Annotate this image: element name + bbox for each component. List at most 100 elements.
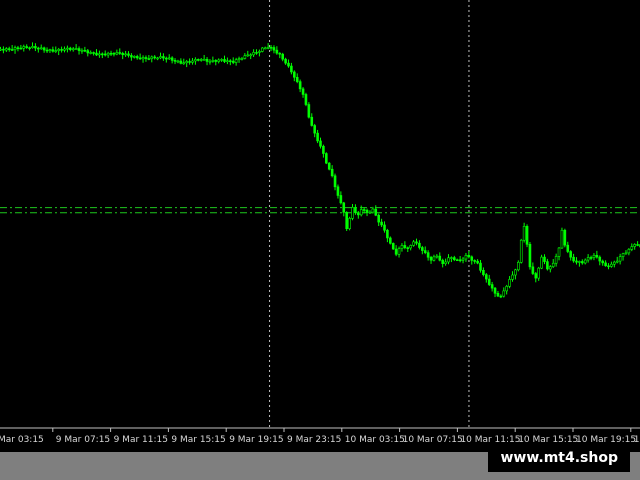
candle-body-bull xyxy=(505,286,508,292)
candle-body-bear xyxy=(566,244,570,252)
candle-body-bull xyxy=(371,208,375,213)
candle-body-bull xyxy=(176,60,180,63)
candle-body-bull xyxy=(66,47,69,50)
candle-body-bear xyxy=(197,59,200,61)
candle-body-bear xyxy=(28,47,31,49)
candle-body-bull xyxy=(243,55,247,59)
candle-body-bear xyxy=(304,94,308,105)
candle-body-bear xyxy=(144,57,148,59)
candle-body-bull xyxy=(234,59,238,63)
price-chart-area[interactable]: Mar 03:15 9 Mar 07:15 9 Mar 11:15 9 Mar 15:… xyxy=(0,0,640,452)
candle-body-bear xyxy=(231,60,235,63)
candle-body-bear xyxy=(377,214,380,223)
candle-body-bear xyxy=(389,237,392,244)
candle-body-bull xyxy=(266,46,270,49)
candle-body-bear xyxy=(563,229,567,246)
candle-body-bull xyxy=(517,262,520,271)
candle-body-bear xyxy=(83,49,87,52)
candle-body-bear xyxy=(310,116,314,126)
candle-body-bear xyxy=(453,257,456,260)
candle-body-bull xyxy=(461,258,465,261)
time-tick-label: 9 Mar 15:15 xyxy=(171,435,225,445)
candle-body-bull xyxy=(549,266,552,270)
candle-body-bear xyxy=(383,224,386,231)
candle-body-bear xyxy=(101,53,104,56)
candle-body-bear xyxy=(327,162,331,170)
candle-body-bear xyxy=(455,259,459,261)
candle-body-bear xyxy=(496,292,500,297)
candle-body-bull xyxy=(159,56,162,59)
candle-body-bear xyxy=(490,284,494,289)
candle-body-bear xyxy=(391,243,395,250)
horizontal-levels xyxy=(0,207,640,214)
candle-body-bear xyxy=(214,60,218,62)
candle-body-bull xyxy=(348,218,351,230)
candle-body-bear xyxy=(493,287,497,294)
candle-body-bull xyxy=(627,249,631,254)
candle-body-bear xyxy=(525,226,529,245)
candle-body-bull xyxy=(450,257,453,259)
candle-body-bull xyxy=(185,61,188,64)
candle-body-bear xyxy=(438,255,442,261)
candle-body-bear xyxy=(188,61,191,63)
time-tick-label: 9 Mar 23:15 xyxy=(287,435,341,445)
candle-body-bear xyxy=(45,49,49,52)
candle-body-bull xyxy=(0,48,2,51)
candle-body-bear xyxy=(418,242,421,248)
candle-body-bear xyxy=(147,58,151,60)
candle-body-bear xyxy=(534,273,538,279)
time-tick-label: 9 Mar 11:15 xyxy=(114,435,168,445)
candle-body-bull xyxy=(447,257,450,263)
candle-body-bear xyxy=(426,252,430,258)
candle-body-bull xyxy=(551,262,555,267)
candle-body-bull xyxy=(554,256,558,264)
candle-body-bull xyxy=(54,50,58,52)
candle-body-bull xyxy=(237,58,241,61)
candle-body-bear xyxy=(546,261,549,270)
time-tick-label: Mar 03:15 xyxy=(0,435,44,445)
candle-body-bull xyxy=(226,60,229,63)
candle-body-bull xyxy=(191,60,194,63)
candle-body-bear xyxy=(487,278,491,285)
candle-body-bear xyxy=(173,60,177,62)
candle-body-bear xyxy=(543,256,546,262)
candle-body-bear xyxy=(16,47,20,49)
candle-body-bear xyxy=(307,104,311,118)
candle-body-bull xyxy=(71,48,75,51)
candle-body-bull xyxy=(258,51,261,53)
candle-body-bear xyxy=(476,260,479,264)
candle-body-bear xyxy=(127,53,130,56)
candle-body-bear xyxy=(589,257,593,259)
candle-body-bull xyxy=(630,246,634,250)
candle-body-bear xyxy=(19,47,23,50)
candle-body-bull xyxy=(583,259,587,264)
candle-body-bull xyxy=(89,52,92,54)
candle-body-bear xyxy=(601,260,604,264)
candle-body-bull xyxy=(578,261,581,263)
candle-body-bear xyxy=(362,209,366,211)
candle-body-bear xyxy=(284,58,287,64)
candle-body-bear xyxy=(339,195,343,204)
candle-body-bull xyxy=(63,48,66,51)
candle-body-bull xyxy=(560,229,564,249)
candle-body-bull xyxy=(540,256,543,269)
candle-body-bull xyxy=(13,47,17,51)
candle-body-bear xyxy=(604,262,607,267)
candle-body-bull xyxy=(261,47,264,52)
candle-body-bear xyxy=(34,46,37,49)
candle-body-bear xyxy=(86,50,90,54)
price-chart[interactable]: Mar 03:15 9 Mar 07:15 9 Mar 11:15 9 Mar 15:… xyxy=(0,0,640,452)
candle-body-bear xyxy=(336,186,340,196)
candle-body-bear xyxy=(37,47,40,50)
period-separators xyxy=(269,0,470,428)
candle-body-bear xyxy=(458,259,462,262)
candle-body-bull xyxy=(80,49,84,52)
time-tick-label: 10 Mar 03:15 xyxy=(345,435,405,445)
candle-body-bull xyxy=(508,279,511,287)
candle-body-bull xyxy=(511,274,514,280)
candle-body-bear xyxy=(301,88,305,95)
candle-body-bear xyxy=(423,250,427,253)
candle-body-bear xyxy=(295,76,299,82)
candle-body-bear xyxy=(595,255,599,258)
candle-body-bear xyxy=(42,47,46,51)
